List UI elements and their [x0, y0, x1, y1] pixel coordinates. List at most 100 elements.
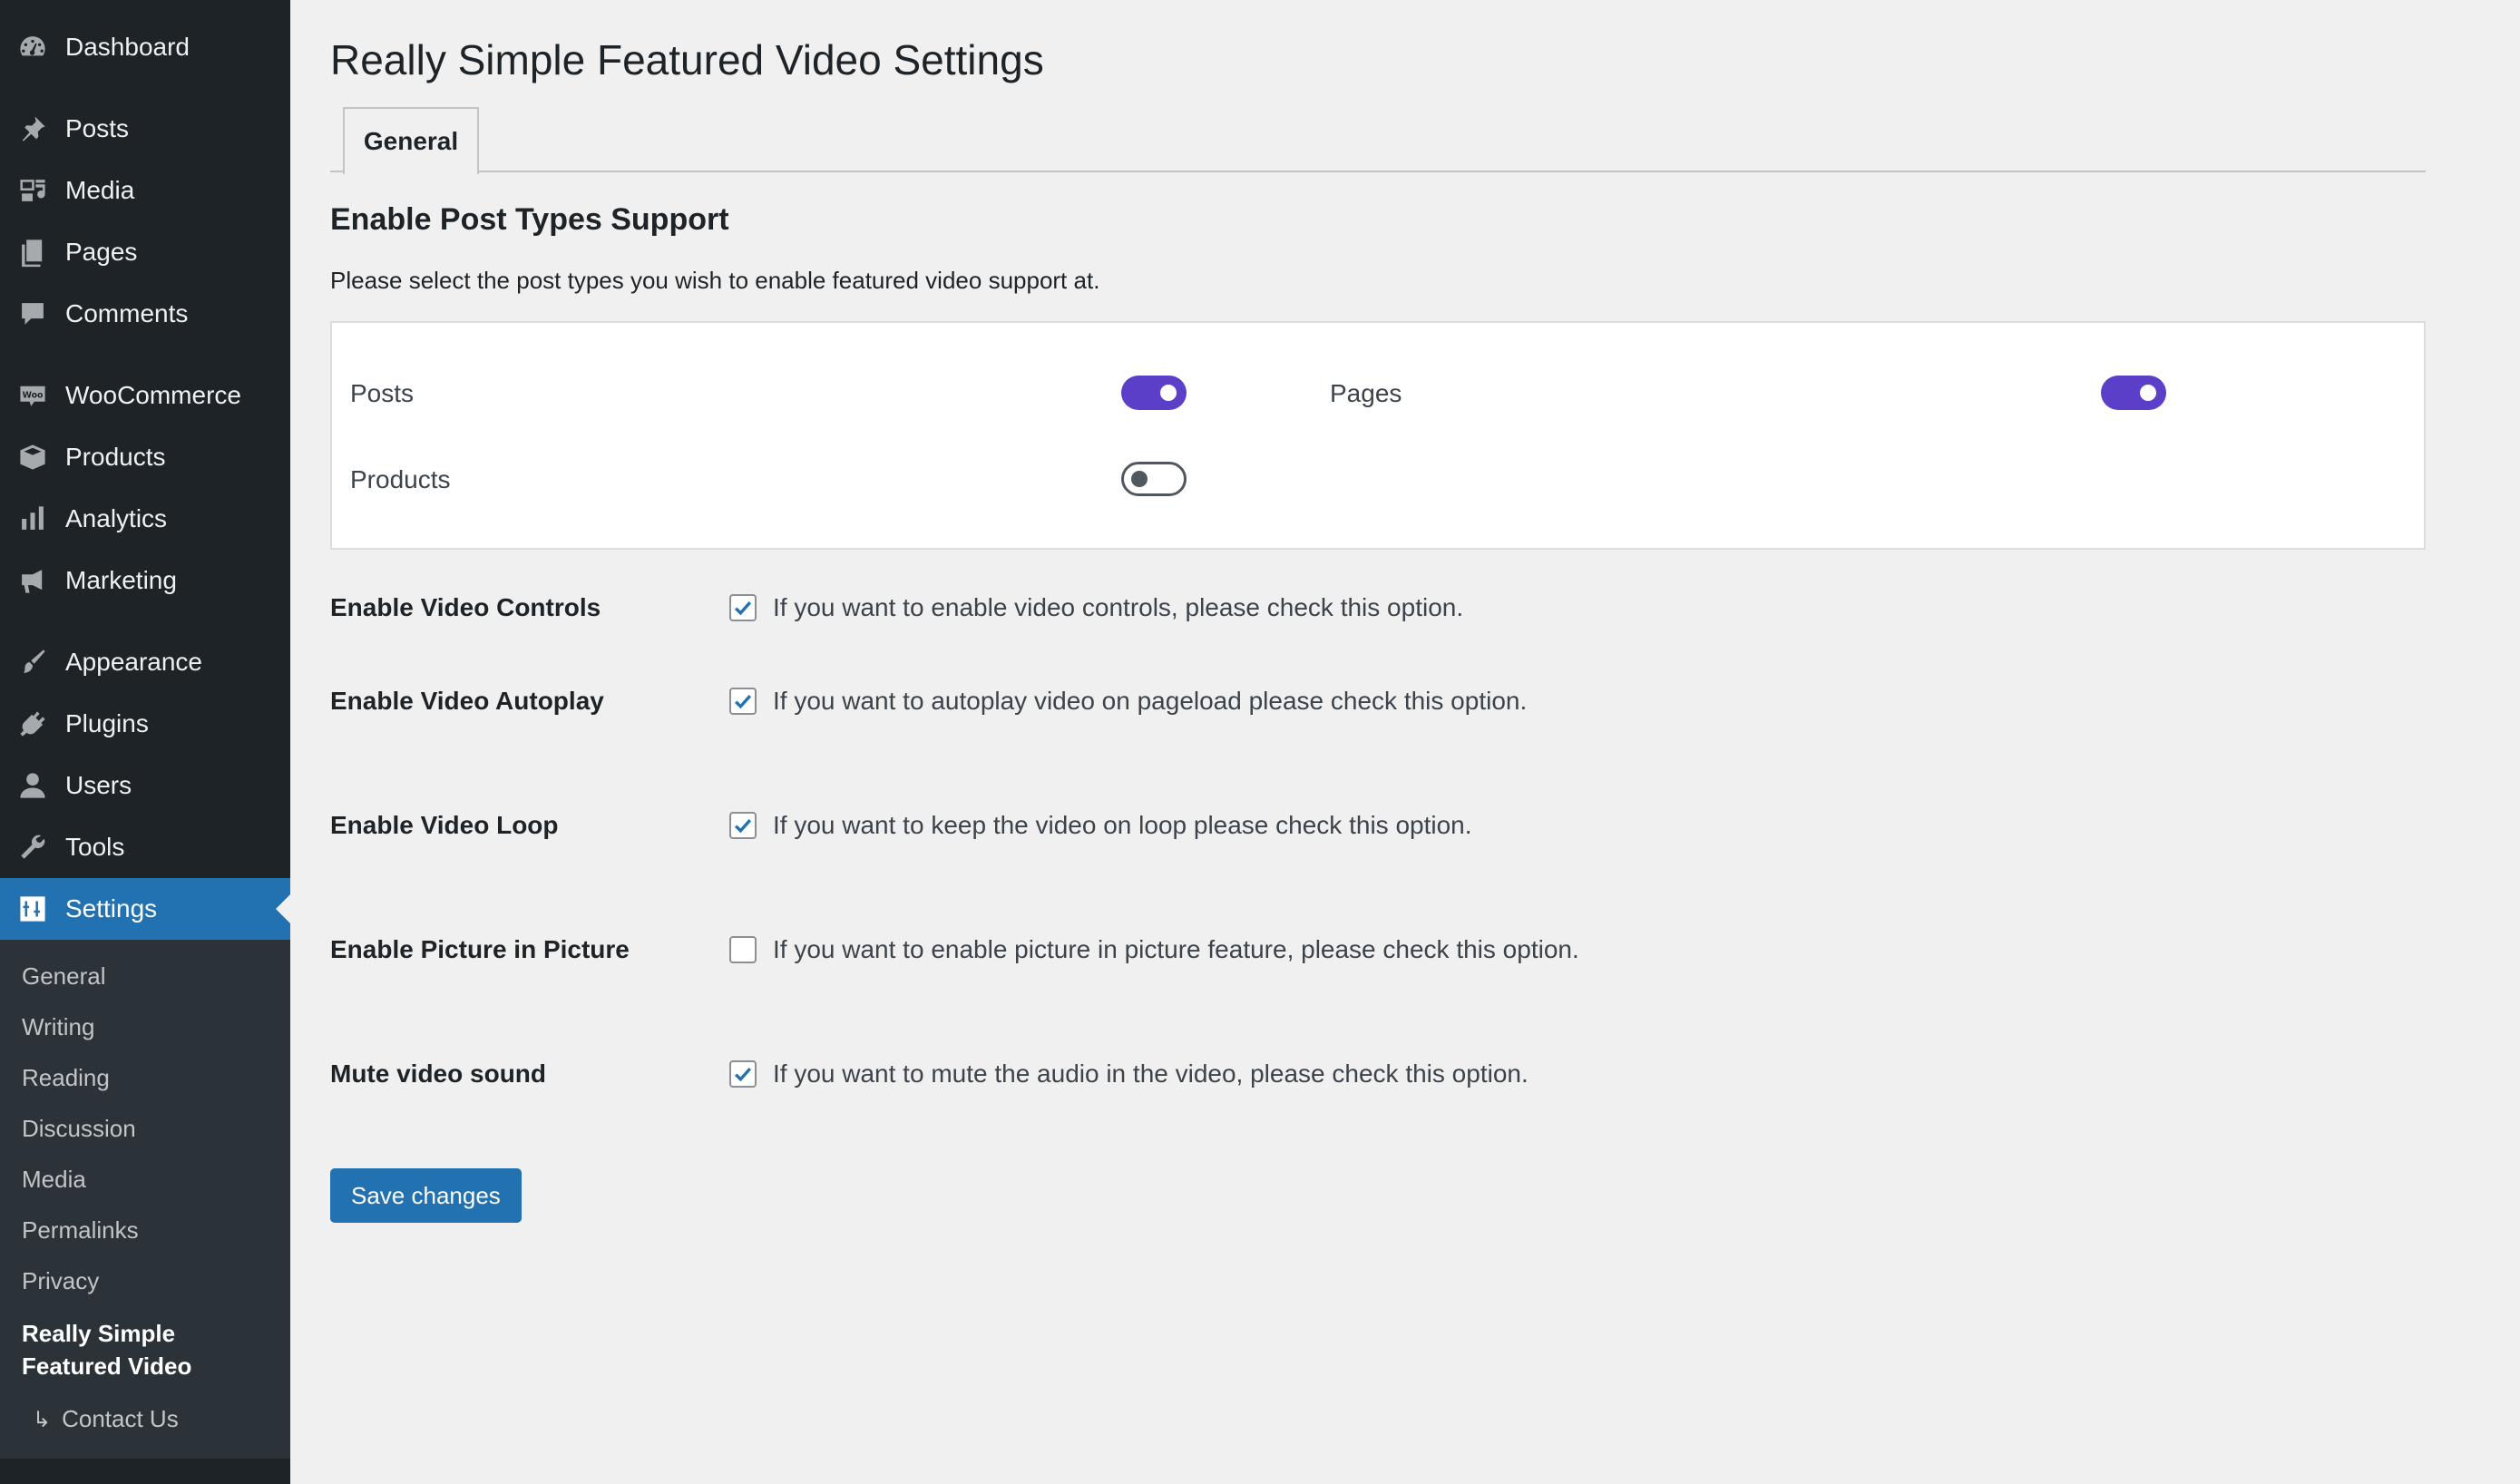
option-row-picture-in-picture: Enable Picture in Picture If you want to…	[330, 887, 2426, 1011]
submenu-label-line2: Featured Video	[22, 1352, 192, 1380]
menu-label: WooCommerce	[65, 381, 241, 409]
menu-label: Marketing	[65, 566, 177, 594]
option-description: If you want to keep the video on loop pl…	[773, 810, 1472, 839]
menu-label: Dashboard	[65, 33, 190, 61]
pages-icon	[16, 236, 49, 268]
section-title: Enable Post Types Support	[330, 202, 729, 237]
option-label: Mute video sound	[330, 1059, 546, 1088]
menu-item-dashboard[interactable]: Dashboard	[0, 16, 290, 78]
menu-label: Users	[65, 771, 132, 799]
option-row-video-controls: Enable Video Controls If you want to ena…	[330, 577, 2426, 639]
submenu-item-writing[interactable]: Writing	[0, 1001, 290, 1052]
submenu-item-general[interactable]: General	[0, 951, 290, 1001]
menu-item-woocommerce[interactable]: Woo WooCommerce	[0, 365, 290, 426]
option-row-video-loop: Enable Video Loop If you want to keep th…	[330, 763, 2426, 887]
nav-tabs: General	[330, 107, 2426, 174]
menu-label: Analytics	[65, 504, 168, 532]
menu-separator	[0, 78, 290, 98]
pin-icon	[16, 112, 49, 145]
page-title: Really Simple Featured Video Settings	[330, 36, 1044, 83]
menu-label: Comments	[65, 299, 189, 327]
section-description: Please select the post types you wish to…	[330, 267, 1100, 294]
menu-label: Media	[65, 176, 135, 204]
toggle-knob	[1131, 471, 1148, 487]
menu-label: Products	[65, 443, 166, 471]
menu-item-tools[interactable]: Tools	[0, 816, 290, 878]
dashboard-icon	[16, 31, 49, 63]
option-label: Enable Video Controls	[330, 593, 601, 621]
menu-label: Plugins	[65, 709, 149, 737]
menu-item-plugins[interactable]: Plugins	[0, 693, 290, 755]
tab-general[interactable]: General	[343, 107, 479, 174]
svg-text:Woo: Woo	[23, 391, 44, 401]
submenu-item-really-simple-featured-video[interactable]: Really Simple Featured Video	[0, 1306, 290, 1393]
submenu-item-permalinks[interactable]: Permalinks	[0, 1205, 290, 1255]
megaphone-icon	[16, 564, 49, 597]
woo-icon: Woo	[16, 379, 49, 412]
submenu-item-contact-us[interactable]: ↳ Contact Us	[0, 1393, 290, 1446]
menu-item-marketing[interactable]: Marketing	[0, 550, 290, 611]
checkmark-icon	[735, 1067, 752, 1081]
menu-label: Appearance	[65, 648, 203, 676]
post-type-label-posts: Posts	[350, 379, 415, 407]
submenu-label: Contact Us	[62, 1405, 179, 1432]
menu-item-analytics[interactable]: Analytics	[0, 488, 290, 550]
option-label: Enable Video Loop	[330, 810, 559, 839]
toggle-knob	[1160, 385, 1177, 401]
option-description: If you want to mute the audio in the vid…	[773, 1059, 1529, 1088]
submenu-item-privacy[interactable]: Privacy	[0, 1255, 290, 1306]
box-icon	[16, 441, 49, 474]
menu-item-users[interactable]: Users	[0, 755, 290, 816]
toggle-pages[interactable]	[2101, 376, 2166, 410]
admin-menu: Dashboard Posts Media Pages Comments Woo…	[0, 0, 290, 940]
checkbox-picture-in-picture[interactable]	[729, 935, 757, 963]
submenu-item-reading[interactable]: Reading	[0, 1052, 290, 1103]
user-icon	[16, 769, 49, 802]
video-options: Enable Video Controls If you want to ena…	[330, 577, 2426, 1136]
toggle-posts[interactable]	[1121, 376, 1187, 410]
option-label: Enable Video Autoplay	[330, 686, 604, 715]
menu-label: Posts	[65, 114, 130, 142]
admin-sidebar: Dashboard Posts Media Pages Comments Woo…	[0, 0, 290, 1484]
media-icon	[16, 174, 49, 207]
menu-item-posts[interactable]: Posts	[0, 98, 290, 160]
comment-icon	[16, 298, 49, 330]
checkbox-video-controls[interactable]	[729, 594, 757, 621]
brush-icon	[16, 646, 49, 679]
submenu-item-media[interactable]: Media	[0, 1154, 290, 1205]
post-types-panel: Posts Pages Products	[330, 321, 2426, 550]
return-arrow-icon: ↳	[33, 1408, 52, 1432]
checkmark-icon	[735, 601, 752, 616]
menu-label: Tools	[65, 833, 125, 861]
wrench-icon	[16, 831, 49, 864]
option-label: Enable Picture in Picture	[330, 934, 630, 963]
option-description: If you want to enable picture in picture…	[773, 934, 1579, 963]
checkbox-video-autoplay[interactable]	[729, 687, 757, 715]
save-changes-button[interactable]: Save changes	[330, 1168, 522, 1223]
toggle-products[interactable]	[1121, 462, 1187, 496]
menu-item-products[interactable]: Products	[0, 426, 290, 488]
menu-label: Pages	[65, 238, 138, 266]
toggle-knob	[2140, 385, 2156, 401]
option-row-video-autoplay: Enable Video Autoplay If you want to aut…	[330, 639, 2426, 763]
option-row-mute-video: Mute video sound If you want to mute the…	[330, 1011, 2426, 1136]
menu-label: Settings	[65, 894, 158, 923]
settings-page: Really Simple Featured Video Settings Ge…	[330, 0, 2426, 1223]
submenu-item-discussion[interactable]: Discussion	[0, 1103, 290, 1154]
option-description: If you want to autoplay video on pageloa…	[773, 686, 1528, 715]
sliders-icon	[16, 893, 49, 925]
menu-separator	[0, 345, 290, 365]
checkbox-video-loop[interactable]	[729, 811, 757, 839]
post-type-label-pages: Pages	[1330, 379, 1402, 407]
menu-item-settings[interactable]: Settings	[0, 878, 290, 940]
plug-icon	[16, 708, 49, 740]
menu-item-media[interactable]: Media	[0, 160, 290, 221]
option-description: If you want to enable video controls, pl…	[773, 593, 1464, 621]
menu-item-pages[interactable]: Pages	[0, 221, 290, 283]
submenu-label-line1: Really Simple	[22, 1320, 176, 1347]
menu-item-comments[interactable]: Comments	[0, 283, 290, 345]
bar-chart-icon	[16, 503, 49, 535]
menu-separator	[0, 611, 290, 631]
checkbox-mute-video[interactable]	[729, 1059, 757, 1088]
menu-item-appearance[interactable]: Appearance	[0, 631, 290, 693]
